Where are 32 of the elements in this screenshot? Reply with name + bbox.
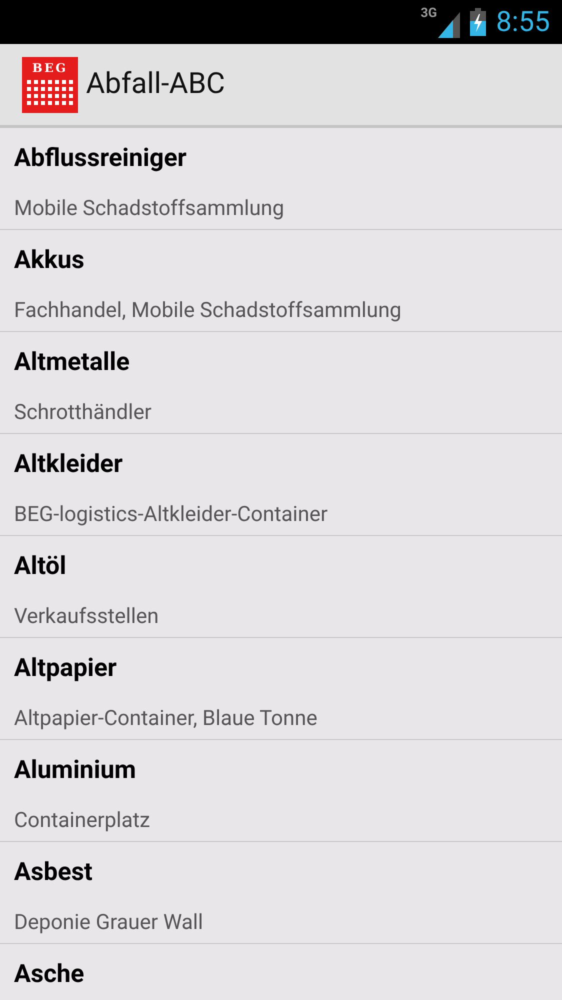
item-title: Akkus bbox=[14, 246, 86, 276]
item-title: Altkleider bbox=[14, 450, 124, 480]
list-item[interactable]: Abflussreiniger Mobile Schadstoffsammlung bbox=[0, 128, 562, 230]
item-title: Altmetalle bbox=[14, 348, 131, 378]
list-item[interactable]: Altpapier Altpapier-Container, Blaue Tonne bbox=[0, 638, 562, 740]
list-item[interactable]: Altkleider BEG-logistics-Altkleider-Container bbox=[0, 434, 562, 536]
item-subtitle: Altpapier-Container, Blaue Tonne bbox=[14, 706, 318, 732]
clock: 8:55 bbox=[496, 8, 550, 36]
list-item[interactable]: Aluminium Containerplatz bbox=[0, 740, 562, 842]
list-item[interactable]: Asbest Deponie Grauer Wall bbox=[0, 842, 562, 944]
item-title: Abflussreiniger bbox=[14, 144, 188, 174]
battery-charging-icon bbox=[470, 8, 486, 36]
list-item[interactable]: Asche bbox=[0, 944, 562, 1000]
item-title: Altpapier bbox=[14, 654, 118, 684]
signal-icon bbox=[438, 12, 460, 38]
item-subtitle: Fachhandel, Mobile Schadstoffsammlung bbox=[14, 298, 402, 324]
item-title: Asche bbox=[14, 960, 86, 990]
item-subtitle: Mobile Schadstoffsammlung bbox=[14, 196, 286, 222]
item-title: Aluminium bbox=[14, 756, 137, 786]
list-item[interactable]: Altöl Verkaufsstellen bbox=[0, 536, 562, 638]
network-label: 3G bbox=[420, 6, 437, 20]
item-subtitle: Containerplatz bbox=[14, 808, 152, 834]
item-title: Asbest bbox=[14, 858, 94, 888]
app-title: Abfall-ABC bbox=[86, 66, 226, 103]
item-subtitle: Verkaufsstellen bbox=[14, 604, 160, 630]
calendar-logo: BEG bbox=[22, 56, 78, 112]
list-item[interactable]: Altmetalle Schrotthändler bbox=[0, 332, 562, 434]
item-title: Altöl bbox=[14, 552, 68, 582]
item-subtitle: BEG-logistics-Altkleider-Container bbox=[14, 502, 329, 528]
list-item[interactable]: Akkus Fachhandel, Mobile Schadstoffsammlung bbox=[0, 230, 562, 332]
item-subtitle: Schrotthändler bbox=[14, 400, 152, 426]
item-subtitle: Deponie Grauer Wall bbox=[14, 910, 204, 936]
